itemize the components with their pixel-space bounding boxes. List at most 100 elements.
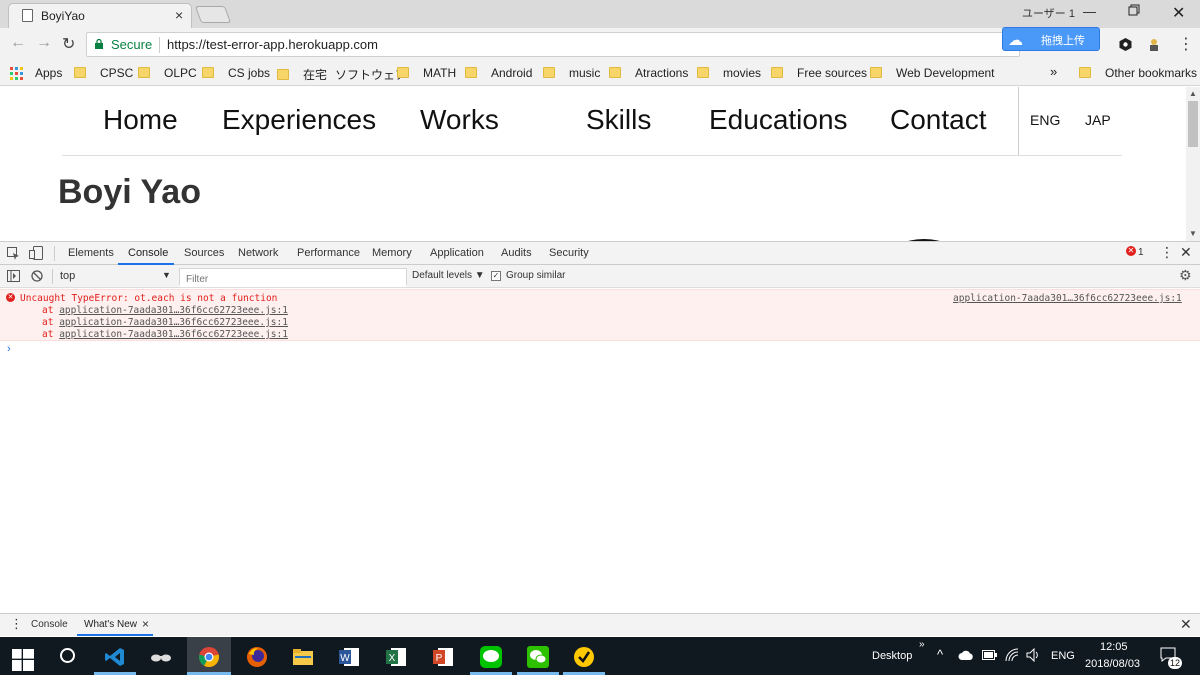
chrome-icon[interactable] xyxy=(198,646,220,668)
excel-icon[interactable]: X xyxy=(385,646,407,668)
stack-frame-link[interactable]: application-7aada301…36f6cc62723eee.js:1 xyxy=(59,305,288,316)
default-levels-dropdown[interactable]: Default levels ▼ xyxy=(412,270,485,281)
devtools-menu-icon[interactable]: ⋮ xyxy=(1160,244,1174,261)
filter-field[interactable] xyxy=(179,268,407,287)
error-source-link[interactable]: application-7aada301…36f6cc62723eee.js:1 xyxy=(953,293,1182,304)
wifi-icon[interactable] xyxy=(1005,648,1020,661)
firefox-icon[interactable] xyxy=(246,646,268,668)
close-window-icon[interactable]: ✕ xyxy=(1172,3,1185,23)
clock-date[interactable]: 2018/08/03 xyxy=(1085,658,1140,670)
extension-user-icon[interactable] xyxy=(1148,38,1161,51)
tab-security[interactable]: Security xyxy=(549,247,589,259)
forward-arrow-icon[interactable]: → xyxy=(36,34,52,52)
show-hidden-icons-chevron[interactable]: ^ xyxy=(937,647,943,662)
tab-application[interactable]: Application xyxy=(430,247,484,259)
tab-close-button[interactable]: × xyxy=(175,7,183,23)
close-drawer-icon[interactable]: ✕ xyxy=(1180,616,1192,633)
scroll-down-icon[interactable]: ▼ xyxy=(1189,229,1197,238)
drawer-tab-console[interactable]: Console xyxy=(31,619,68,630)
bookmark-folder[interactable]: movies xyxy=(697,66,761,80)
word-icon[interactable]: W xyxy=(338,646,360,668)
extension-hexagon-icon[interactable] xyxy=(1119,38,1132,51)
tab-audits[interactable]: Audits xyxy=(501,247,532,259)
reload-icon[interactable]: ↻ xyxy=(62,34,75,54)
console-prompt[interactable]: › xyxy=(7,343,11,355)
tab-elements[interactable]: Elements xyxy=(68,247,114,259)
clear-console-icon[interactable] xyxy=(31,270,43,282)
toolbar-expand-chevron[interactable]: » xyxy=(919,639,925,650)
bookmark-folder[interactable]: OLPC xyxy=(138,66,197,80)
nav-home[interactable]: Home xyxy=(103,104,178,136)
bookmark-apps[interactable]: Apps xyxy=(35,66,62,80)
console-error-message: ✕ Uncaught TypeError: ot.each is not a f… xyxy=(0,289,1200,341)
line-icon[interactable] xyxy=(480,646,502,668)
bookmark-folder[interactable]: 在宅 xyxy=(277,66,327,83)
filter-input[interactable] xyxy=(180,272,406,287)
close-devtools-icon[interactable]: ✕ xyxy=(1180,244,1192,261)
page-scrollbar[interactable]: ▲ ▼ xyxy=(1186,87,1200,241)
bookmark-folder[interactable]: CS jobs xyxy=(202,66,270,80)
nav-experiences[interactable]: Experiences xyxy=(222,104,376,136)
bookmark-folder[interactable]: Atractions xyxy=(609,66,688,80)
bookmark-folder[interactable]: music xyxy=(543,66,600,80)
powerpoint-icon[interactable]: P xyxy=(432,646,454,668)
volume-icon[interactable] xyxy=(1026,648,1041,662)
browser-tab[interactable]: BoyiYao × xyxy=(8,3,192,28)
input-language-indicator[interactable]: ENG xyxy=(1051,650,1075,662)
address-bar[interactable]: Secure https://test-error-app.herokuapp.… xyxy=(86,32,1020,57)
restore-icon[interactable] xyxy=(1128,4,1140,19)
profile-user-label[interactable]: ユーザー 1 xyxy=(1022,5,1075,21)
inspect-element-icon[interactable] xyxy=(7,247,20,260)
upload-extension-popup[interactable]: ☁ 拖拽上传 xyxy=(1002,27,1100,51)
other-bookmarks[interactable]: Other bookmarks xyxy=(1079,66,1197,80)
nav-contact[interactable]: Contact xyxy=(890,104,987,136)
console-settings-gear-icon[interactable]: ⚙ xyxy=(1179,267,1192,284)
scrollbar-thumb[interactable] xyxy=(1188,101,1198,147)
tab-sources[interactable]: Sources xyxy=(184,247,224,259)
tab-console[interactable]: Console xyxy=(128,247,168,259)
bookmark-folder[interactable]: Free sources xyxy=(771,66,867,80)
drawer-menu-icon[interactable]: ⋮ xyxy=(10,616,23,632)
console-sidebar-icon[interactable] xyxy=(7,270,20,282)
url-text[interactable]: https://test-error-app.herokuapp.com xyxy=(167,37,378,52)
battery-icon[interactable] xyxy=(982,650,997,660)
desktop-toolbar-label[interactable]: Desktop xyxy=(872,650,912,662)
error-icon[interactable]: ✕ xyxy=(1126,246,1136,256)
bookmark-folder[interactable]: Android xyxy=(465,66,532,80)
stack-frame-link[interactable]: application-7aada301…36f6cc62723eee.js:1 xyxy=(59,317,288,328)
minimize-icon[interactable]: — xyxy=(1083,4,1096,19)
stack-frame-link[interactable]: application-7aada301…36f6cc62723eee.js:1 xyxy=(59,329,288,340)
onedrive-cloud-icon[interactable] xyxy=(958,650,974,661)
file-explorer-icon[interactable] xyxy=(292,646,314,668)
lang-eng[interactable]: ENG xyxy=(1030,112,1060,128)
group-similar-checkbox[interactable]: ✓ xyxy=(491,271,501,281)
nav-skills[interactable]: Skills xyxy=(586,104,651,136)
device-toolbar-icon[interactable] xyxy=(29,246,43,261)
drawer-tab-whats-new[interactable]: What's New xyxy=(84,619,137,630)
windows-start-icon[interactable] xyxy=(12,649,34,671)
nav-works[interactable]: Works xyxy=(420,104,499,136)
bookmarks-overflow-button[interactable]: » xyxy=(1050,64,1057,79)
tab-performance[interactable]: Performance xyxy=(297,247,360,259)
bookmark-folder[interactable]: MATH xyxy=(397,66,456,80)
disguise-glasses-icon[interactable] xyxy=(150,646,172,668)
clock-time[interactable]: 12:05 xyxy=(1100,641,1128,653)
drawer-tab-close-button[interactable]: × xyxy=(142,617,149,631)
browser-menu-icon[interactable]: ⋮ xyxy=(1178,34,1194,54)
back-arrow-icon[interactable]: ← xyxy=(10,34,26,52)
wechat-icon[interactable] xyxy=(527,646,549,668)
error-count[interactable]: 1 xyxy=(1138,247,1144,258)
bookmark-folder[interactable]: Web Development xyxy=(870,66,995,80)
cortana-search-icon[interactable] xyxy=(60,648,75,663)
tab-memory[interactable]: Memory xyxy=(372,247,412,259)
vscode-icon[interactable] xyxy=(104,646,126,668)
context-dropdown-icon[interactable]: ▼ xyxy=(162,270,171,280)
tab-network[interactable]: Network xyxy=(238,247,278,259)
bookmark-folder[interactable]: CPSC xyxy=(74,66,133,80)
lang-jap[interactable]: JAP xyxy=(1085,112,1111,128)
scroll-up-icon[interactable]: ▲ xyxy=(1189,89,1197,98)
norton-security-icon[interactable] xyxy=(573,646,595,668)
new-tab-button[interactable] xyxy=(194,6,232,23)
nav-educations[interactable]: Educations xyxy=(709,104,848,136)
context-selector[interactable]: top xyxy=(60,270,75,282)
